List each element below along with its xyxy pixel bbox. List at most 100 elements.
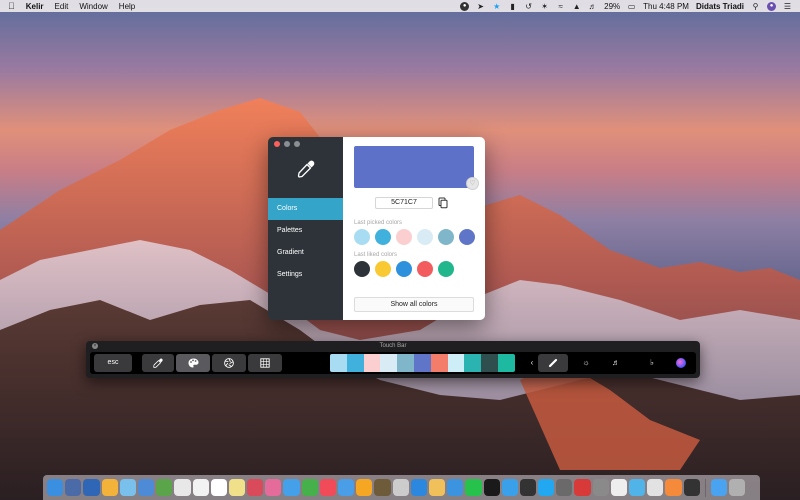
dock-app-icon[interactable] [647,479,664,496]
dock-app-icon[interactable] [210,479,227,496]
tb-brightness-slider-button[interactable] [538,354,568,372]
nav-gradient[interactable]: Gradient [268,242,343,264]
copy-icon[interactable] [438,197,448,209]
dock-app-icon[interactable] [574,479,591,496]
tb-aperture-button[interactable] [212,354,246,372]
dock-app-icon[interactable] [428,479,446,496]
dock-app-icon[interactable] [410,479,427,496]
liked-swatch[interactable] [375,261,391,277]
dock-app-icon[interactable] [301,479,318,496]
dock-app-icon[interactable] [501,479,518,496]
tb-palette-color[interactable] [464,354,482,372]
dock-app-icon[interactable] [465,479,482,496]
dock-app-icon[interactable] [319,479,336,496]
menu-help[interactable]: Help [119,2,135,11]
picked-swatch[interactable] [459,229,475,245]
app-menu[interactable]: Kelir [26,2,44,11]
dock-app-icon[interactable] [137,479,155,496]
lock-icon[interactable]: ▮ [508,2,517,11]
spotlight-icon[interactable]: ⚲ [751,2,760,11]
location-icon[interactable]: ➤ [476,2,485,11]
nav-palettes[interactable]: Palettes [268,220,343,242]
nav-colors[interactable]: Colors [268,198,343,220]
dock-app-icon[interactable] [538,479,555,496]
picked-swatch[interactable] [375,229,391,245]
chevron-left-icon[interactable]: ‹ [528,354,536,372]
dock-app-icon[interactable] [156,479,173,496]
hex-value-field[interactable]: 5C71C7 [375,197,433,209]
dock-app-icon[interactable] [338,479,355,496]
tb-palette-color[interactable] [330,354,347,372]
dock-app-icon[interactable] [665,479,682,496]
tb-palette-color[interactable] [447,354,465,372]
dock-app-icon[interactable] [392,479,409,496]
dock-app-icon[interactable] [374,479,391,496]
siri-button[interactable] [672,354,690,372]
dock-app-icon[interactable] [83,479,100,496]
dock-app-icon[interactable] [174,479,191,496]
liked-swatch[interactable] [438,261,454,277]
dock-app-icon[interactable] [228,479,246,496]
bluetooth-icon[interactable]: ✶ [540,2,549,11]
picked-swatch[interactable] [354,229,370,245]
dock-app-icon[interactable] [629,479,646,496]
notification-center-icon[interactable]: ☰ [783,2,792,11]
like-color-button[interactable]: ♡ [466,177,479,190]
tb-palette-color[interactable] [481,354,498,372]
dock-app-icon[interactable] [556,479,573,496]
dock-app-icon[interactable] [356,479,373,496]
dock-app-icon[interactable] [119,479,136,496]
zoom-button[interactable] [294,141,300,147]
dock-app-icon[interactable] [447,479,464,496]
dock-app-icon[interactable] [65,479,82,496]
esc-key[interactable]: esc [94,354,132,372]
dock-app-icon[interactable] [683,479,700,496]
wifi-icon[interactable]: ≈ [556,2,565,11]
tb-palette-color[interactable] [430,354,448,372]
liked-swatch[interactable] [396,261,412,277]
volume-icon[interactable]: ♬ [588,2,597,11]
dock-app-icon[interactable] [101,479,118,496]
battery-icon[interactable]: ▭ [627,2,636,11]
apple-menu-icon[interactable]:  [8,1,15,11]
menu-edit[interactable]: Edit [55,2,69,11]
picked-swatch[interactable] [438,229,454,245]
nav-settings[interactable]: Settings [268,264,343,286]
dock-app-icon[interactable] [247,479,264,496]
dock-app-icon[interactable] [592,479,609,496]
tb-palette-color[interactable] [497,354,515,372]
trash-icon[interactable] [728,479,746,496]
liked-swatch[interactable] [417,261,433,277]
dock-app-icon[interactable] [192,479,209,496]
picked-swatch[interactable] [417,229,433,245]
clock[interactable]: Thu 4:48 PM [643,2,689,11]
brightness-icon[interactable]: ☼ [574,354,598,372]
eyedropper-status-icon[interactable]: ● [460,1,470,11]
dock-app-icon[interactable] [519,479,537,496]
dock-app-icon[interactable] [610,479,627,496]
battery-percent[interactable]: 29% [604,2,620,11]
liked-swatch[interactable] [354,261,370,277]
tb-eyedropper-button[interactable] [142,354,174,372]
show-all-colors-button[interactable]: Show all colors [354,297,474,312]
siri-icon[interactable]: ● [767,1,776,11]
dock-app-icon[interactable] [47,479,64,496]
tb-palette-color[interactable] [413,354,431,372]
minimize-button[interactable] [284,141,290,147]
tb-palette-color[interactable] [363,354,381,372]
user-name[interactable]: Didats Triadi [696,2,744,11]
menu-window[interactable]: Window [79,2,107,11]
dock-app-icon[interactable] [283,479,300,496]
dock-app-icon[interactable] [483,479,500,496]
picked-swatch[interactable] [396,229,412,245]
tb-palette-button[interactable] [176,354,210,372]
mute-icon[interactable]: ♭ [638,354,666,372]
airplay-icon[interactable]: ▲ [572,2,581,11]
tb-palette-color[interactable] [397,354,414,372]
tb-grid-button[interactable] [248,354,282,372]
close-button[interactable] [274,141,280,147]
tb-palette-color[interactable] [380,354,398,372]
tb-palette-color[interactable] [346,354,364,372]
volume-control-icon[interactable]: ♬ [604,354,628,372]
history-icon[interactable]: ↺ [524,2,533,11]
